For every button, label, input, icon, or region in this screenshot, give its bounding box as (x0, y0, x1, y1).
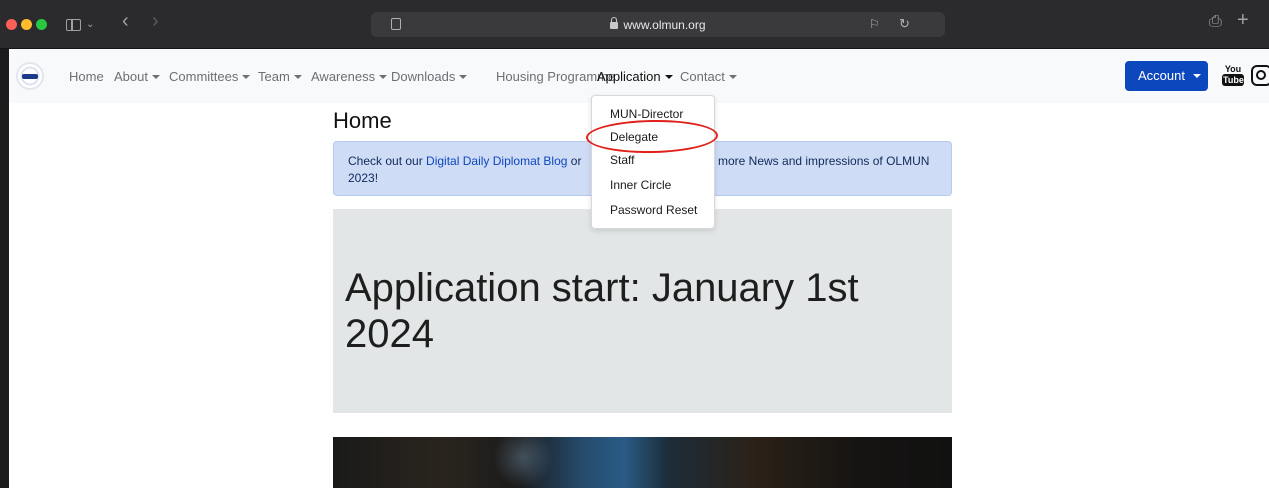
hero-title: Application start: January 1st 2024 (345, 266, 859, 356)
nav-committees[interactable]: Committees (169, 69, 251, 84)
daily-diplomat-blog-link[interactable]: Digital Daily Diplomat Blog (426, 154, 567, 168)
nav-label: Committees (169, 69, 239, 84)
caret-down-icon (293, 75, 302, 79)
nav-home[interactable]: Home (69, 69, 104, 84)
nav-label: Contact (680, 69, 725, 84)
caret-down-icon (728, 75, 737, 79)
address-bar[interactable]: www.olmun.org ⚐ ↻ (371, 12, 945, 37)
zoom-window-button[interactable] (36, 19, 47, 30)
nav-about[interactable]: About (114, 69, 160, 84)
caret-down-icon (379, 75, 388, 79)
alert-after-link: or (567, 154, 582, 168)
new-tab-button[interactable]: + (1237, 10, 1249, 30)
dropdown-item-password-reset[interactable]: Password Reset (610, 203, 697, 217)
caret-down-icon (151, 75, 160, 79)
minimize-window-button[interactable] (21, 19, 32, 30)
account-label: Account (1138, 68, 1185, 83)
dropdown-item-mun-director[interactable]: MUN-Director (610, 107, 683, 121)
nav-awareness[interactable]: Awareness (311, 69, 388, 84)
nav-label: Downloads (391, 69, 456, 84)
url-text: www.olmun.org (623, 18, 706, 32)
page-title: Home (333, 108, 392, 133)
nav-label: Awareness (311, 69, 376, 84)
youtube-icon[interactable]: You Tube (1222, 64, 1244, 88)
browser-toolbar: ⌄ ‹ › www.olmun.org ⚐ ↻ ⎙ + (0, 0, 1269, 49)
chevron-down-icon[interactable]: ⌄ (86, 17, 94, 33)
sidebar-toggle-icon[interactable] (66, 19, 81, 31)
nav-team[interactable]: Team (258, 69, 302, 84)
dropdown-item-inner-circle[interactable]: Inner Circle (610, 178, 671, 192)
olmun-logo[interactable] (16, 62, 44, 90)
instagram-icon[interactable] (1251, 65, 1269, 86)
nav-label: About (114, 69, 148, 84)
lock-icon (610, 17, 619, 29)
hero-banner: Application start: January 1st 2024 (333, 209, 952, 413)
nav-label: Application (597, 69, 661, 84)
nav-application[interactable]: Application (597, 69, 673, 84)
nav-label: Team (258, 69, 290, 84)
translate-icon[interactable]: ⚐ (869, 17, 880, 31)
nav-label: Home (69, 69, 104, 84)
caret-down-icon (1192, 74, 1201, 78)
back-button[interactable]: ‹ (122, 11, 129, 31)
alert-tail: more News and impressions of OLMUN (718, 154, 930, 168)
nav-downloads[interactable]: Downloads (391, 69, 468, 84)
youtube-you: You (1224, 64, 1242, 74)
dropdown-item-staff[interactable]: Staff (610, 153, 634, 167)
nav-contact[interactable]: Contact (680, 69, 737, 84)
caret-down-icon (459, 75, 468, 79)
hero-photo (333, 437, 952, 488)
window-edge (0, 49, 9, 488)
share-icon[interactable]: ⎙ (1209, 14, 1222, 30)
caret-down-icon (664, 75, 673, 79)
youtube-tube: Tube (1222, 74, 1244, 86)
account-button[interactable]: Account (1125, 61, 1208, 91)
application-dropdown-menu: MUN-Director Delegate Staff Inner Circle Pas… (591, 95, 715, 229)
alert-prefix: Check out our (348, 154, 427, 168)
forward-button[interactable]: › (152, 11, 159, 31)
caret-down-icon (242, 75, 251, 79)
reload-icon[interactable]: ↻ (899, 16, 910, 32)
close-window-button[interactable] (6, 19, 17, 30)
